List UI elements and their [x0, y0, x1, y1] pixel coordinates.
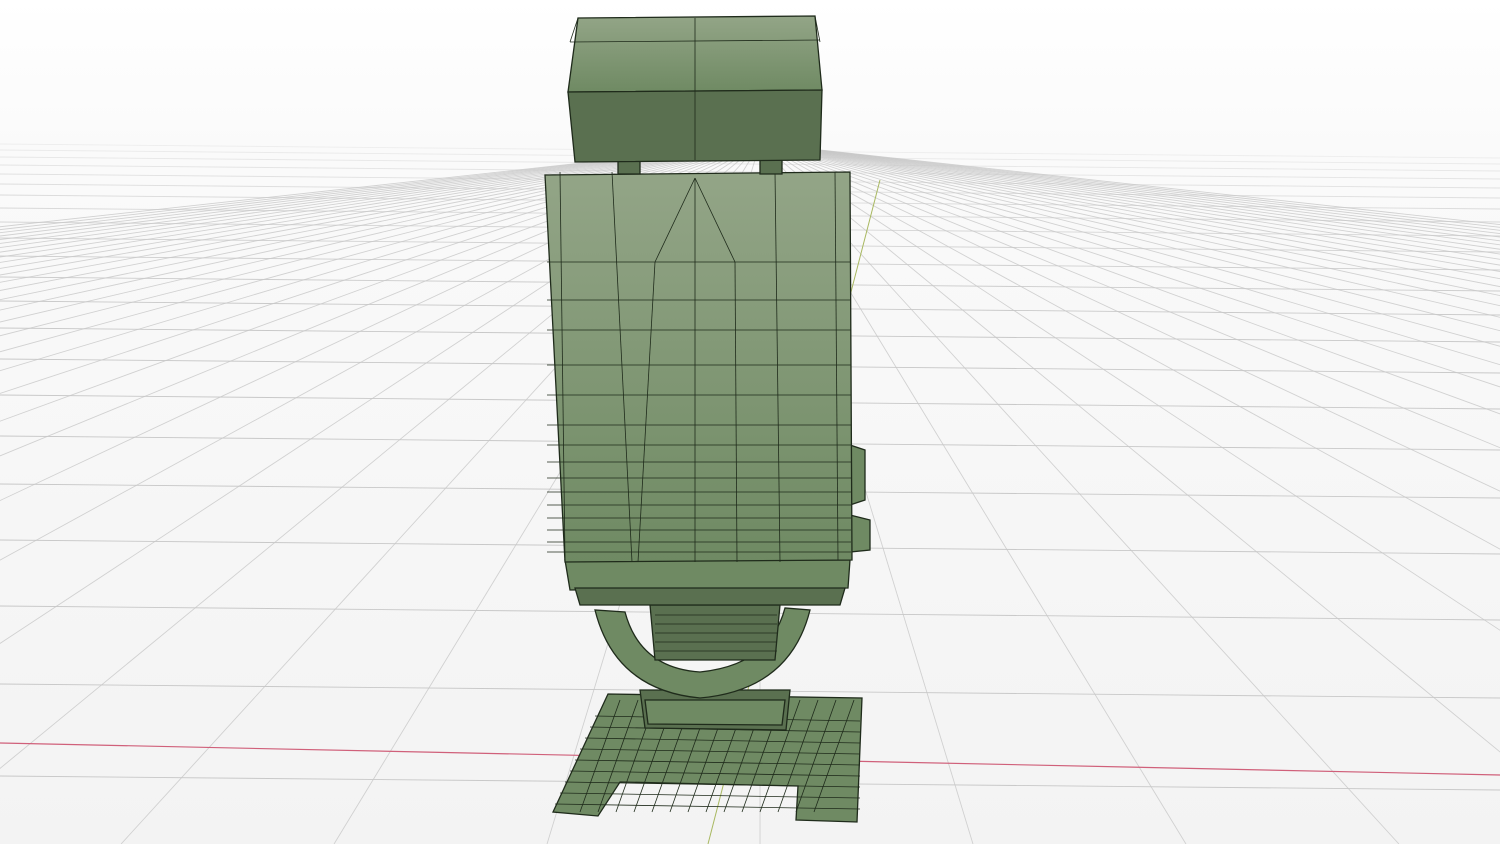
seat-rim	[564, 559, 851, 591]
backrest	[544, 171, 853, 563]
base-bar	[644, 699, 786, 726]
seat-underside	[649, 604, 781, 661]
viewport-scene	[0, 15, 1500, 844]
3d-viewport[interactable]	[0, 0, 1500, 844]
seat-rim-lower	[574, 587, 846, 606]
seat-model[interactable]	[544, 15, 871, 823]
side-knob	[849, 514, 871, 553]
headrest-post	[759, 159, 783, 175]
